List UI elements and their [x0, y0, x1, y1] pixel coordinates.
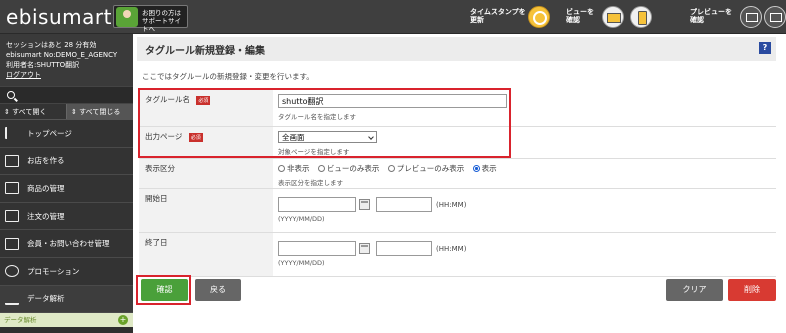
start-date-input[interactable] — [278, 197, 356, 212]
time-format: (HH:MM) — [436, 200, 467, 209]
radio-label: プレビューのみ表示 — [396, 164, 465, 173]
expand-collapse-bar: ⇕ すべて開く ⇕ すべて閉じる — [0, 104, 133, 120]
value-end-date: (HH:MM) (YYYY/MM/DD) — [273, 233, 776, 276]
ebisumart-logo[interactable]: ebisumart — [6, 5, 112, 29]
view-label: ビューを 確認 — [566, 8, 594, 24]
view-pc-icon[interactable] — [602, 6, 624, 28]
radio-view-only[interactable] — [317, 165, 325, 172]
store-number: ebisumart No:DEMO_E_AGENCY — [6, 51, 118, 59]
sidebar-item-build-store[interactable]: お店を作る — [0, 147, 133, 176]
session-time: セッションはあと 28 分有効 — [6, 41, 97, 49]
field-label: 終了日 — [145, 238, 168, 247]
radio-label: 表示 — [481, 164, 497, 173]
sidebar-subitem-data-analysis[interactable]: データ解析 + — [0, 313, 133, 328]
sidebar-item-label: 注文の管理 — [27, 211, 65, 221]
delete-button[interactable]: 削除 — [728, 279, 776, 301]
support-person-icon — [116, 7, 138, 27]
preview-pc-icon[interactable] — [740, 6, 762, 28]
collapse-all-label: すべて閉じる — [79, 108, 121, 116]
label-start-date: 開始日 — [139, 189, 273, 232]
page-title: タグルール新規登録・編集 — [145, 46, 265, 57]
value-start-date: (HH:MM) (YYYY/MM/DD) — [273, 189, 776, 232]
row-display-type: 表示区分 非表示 ビューのみ表示 プレビューのみ表示 表示 表示区分を指定します — [139, 159, 776, 189]
refresh-timestamp-icon[interactable] — [528, 6, 550, 28]
sidebar-item-promotion[interactable]: プロモーション — [0, 257, 133, 286]
page-header: タグルール新規登録・編集 ? — [137, 37, 776, 61]
back-button[interactable]: 戻る — [195, 279, 241, 301]
sidebar-item-members[interactable]: 会員・お問い合わせ管理 — [0, 230, 133, 258]
sidebar-item-label: 商品の管理 — [27, 183, 65, 193]
order-list-icon — [5, 210, 19, 223]
expand-plus-icon[interactable]: + — [118, 315, 128, 326]
collapse-all-button[interactable]: ⇕ すべて閉じる — [66, 104, 133, 119]
end-date-input[interactable] — [278, 241, 356, 256]
date-format: (YYYY/MM/DD) — [278, 259, 325, 267]
flag-icon — [5, 127, 19, 140]
sidebar-item-label: お店を作る — [27, 156, 65, 166]
clear-button[interactable]: クリア — [666, 279, 723, 301]
top-bar: ebisumart お困りの方は サポートサイトへ タイムスタンプを 更新 ビュ… — [0, 0, 786, 34]
sidebar-item-label: トップページ — [27, 128, 72, 138]
date-format: (YYYY/MM/DD) — [278, 215, 325, 223]
timestamp-label: タイムスタンプを 更新 — [470, 8, 526, 24]
sidebar: セッションはあと 28 分有効 ebisumart No:DEMO_E_AGEN… — [0, 34, 133, 333]
value-display-type: 非表示 ビューのみ表示 プレビューのみ表示 表示 表示区分を指定します — [273, 159, 776, 188]
search-icon[interactable] — [7, 91, 15, 99]
promotion-icon — [5, 265, 19, 278]
product-icon — [5, 182, 19, 195]
radio-label: ビューのみ表示 — [326, 164, 380, 173]
expand-all-label: すべて開く — [12, 108, 47, 116]
sidebar-item-products[interactable]: 商品の管理 — [0, 175, 133, 203]
view-phone-icon[interactable] — [630, 6, 652, 28]
radio-display[interactable] — [472, 165, 480, 172]
label-end-date: 終了日 — [139, 233, 273, 276]
radio-label: 非表示 — [287, 164, 310, 173]
highlight-required-fields — [138, 88, 511, 158]
sidebar-item-top-page[interactable]: トップページ — [0, 120, 133, 148]
page-description: ここではタグルールの新規登録・変更を行います。 — [142, 72, 314, 81]
field-label: 開始日 — [145, 194, 168, 203]
logout-link[interactable]: ログアウト — [6, 70, 127, 80]
start-time-input[interactable] — [376, 197, 432, 212]
member-icon — [5, 237, 19, 250]
preview-phone-icon[interactable] — [764, 6, 786, 28]
confirm-button[interactable]: 確認 — [141, 279, 188, 301]
preview-label: プレビューを 確認 — [690, 8, 732, 24]
chart-icon — [5, 293, 19, 305]
expand-all-button[interactable]: ⇕ すべて開く — [0, 104, 66, 119]
sidebar-item-orders[interactable]: 注文の管理 — [0, 202, 133, 231]
session-info: セッションはあと 28 分有効 ebisumart No:DEMO_E_AGEN… — [0, 34, 133, 86]
sidebar-search[interactable] — [0, 86, 133, 104]
store-icon — [5, 154, 19, 167]
sidebar-item-label: プロモーション — [27, 266, 80, 276]
radio-hidden[interactable] — [278, 165, 285, 172]
display-type-hint: 表示区分を指定します — [278, 179, 343, 187]
field-label: 表示区分 — [145, 164, 175, 173]
subitem-label: データ解析 — [4, 316, 37, 325]
sidebar-item-label: 会員・お問い合わせ管理 — [27, 239, 110, 249]
user-name: 利用者名:SHUTTO翻訳 — [6, 61, 80, 69]
time-format: (HH:MM) — [436, 244, 467, 253]
label-display-type: 表示区分 — [139, 159, 273, 188]
support-site-button[interactable]: お困りの方は サポートサイトへ — [113, 5, 188, 33]
row-start-date: 開始日 (HH:MM) (YYYY/MM/DD) — [139, 189, 776, 233]
end-time-input[interactable] — [376, 241, 432, 256]
calendar-icon[interactable] — [359, 199, 370, 210]
calendar-icon[interactable] — [359, 243, 370, 254]
row-end-date: 終了日 (HH:MM) (YYYY/MM/DD) — [139, 233, 776, 277]
support-label: お困りの方は サポートサイトへ — [142, 9, 181, 33]
radio-preview-only[interactable] — [387, 165, 395, 172]
sidebar-item-data-analysis[interactable]: データ解析 — [0, 285, 133, 314]
help-icon[interactable]: ? — [759, 42, 771, 54]
sidebar-item-label: データ解析 — [27, 294, 65, 304]
